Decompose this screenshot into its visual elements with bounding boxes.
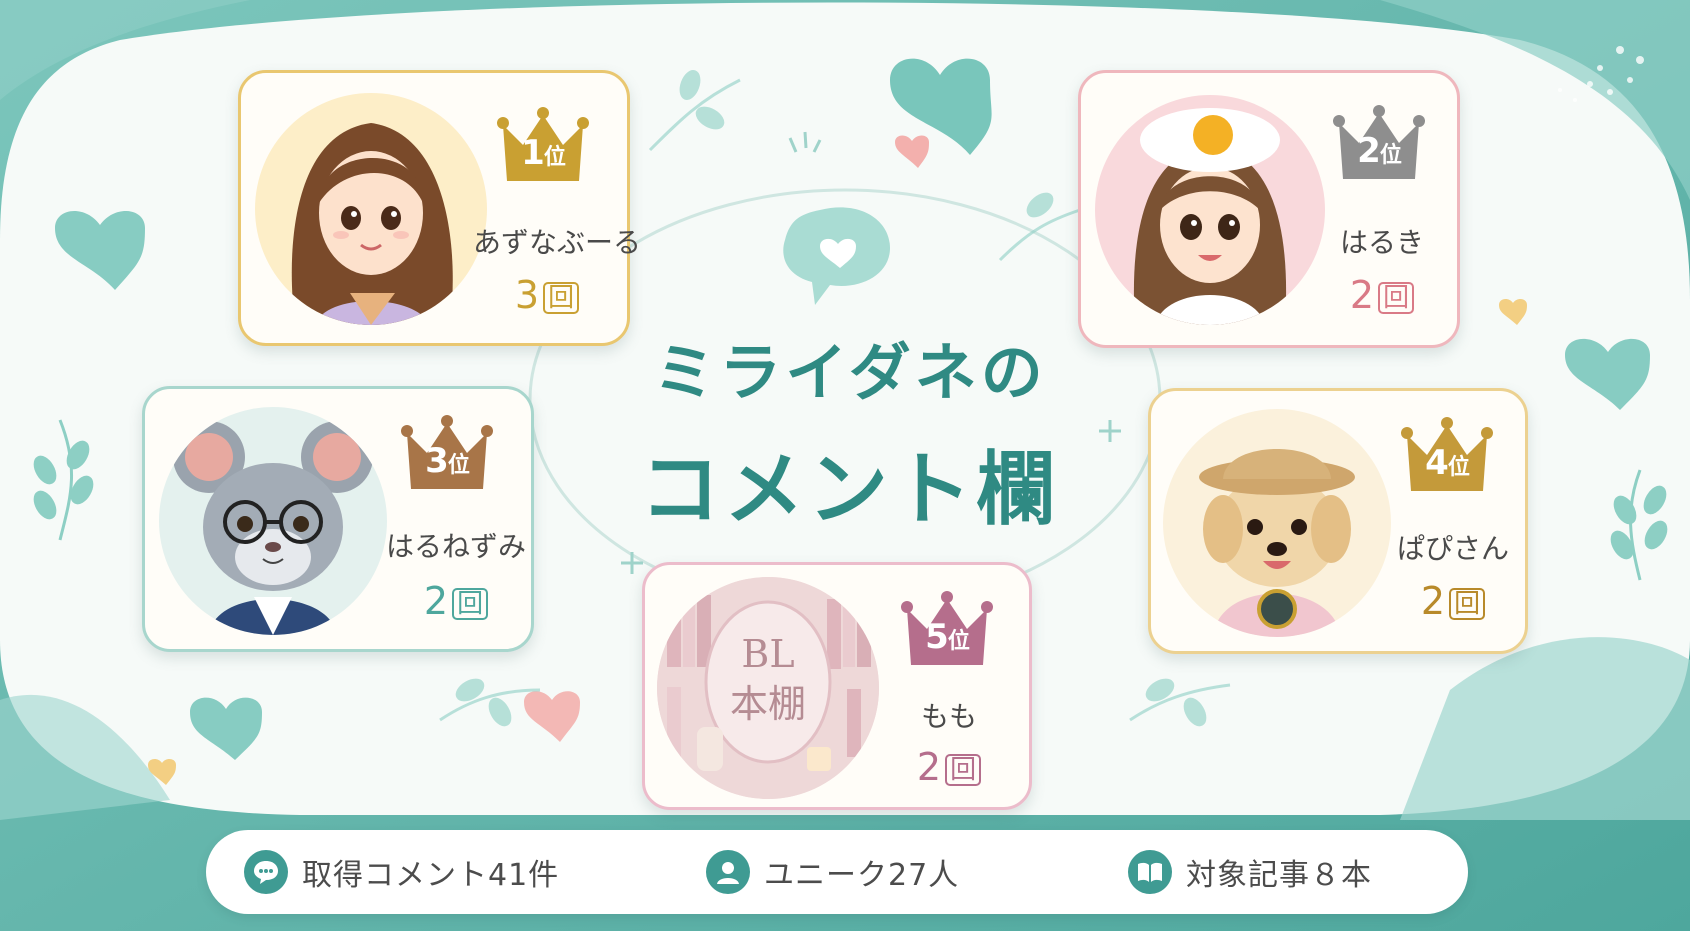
stat-total-comments-label: 取得コメント41件 (302, 858, 560, 893)
user-icon (706, 850, 750, 894)
rank-card-2: 2位 はるき 2回 (1078, 70, 1460, 348)
rank-suffix: 位 (447, 453, 470, 478)
page-title-line1: ミライダネの (653, 336, 1047, 409)
crown-icon: 1位 (495, 103, 591, 183)
avatar-harunezumi (159, 407, 387, 635)
rank-card-1: 1位 あずなぶーる 3回 (238, 70, 642, 346)
stat-total-comments: 取得コメント41件 (244, 830, 559, 914)
rank-card-3: 3位 はるねずみ 2回 (142, 386, 534, 652)
rank-number: 5 (925, 617, 949, 657)
comment-count: 2回 (1317, 273, 1447, 317)
rank-suffix: 位 (1447, 455, 1470, 480)
count-value: 2 (916, 745, 942, 789)
avatar-azunabuuru (255, 93, 487, 325)
rank-number: 4 (1425, 443, 1449, 483)
page-title-line2: コメント欄 (640, 443, 1060, 536)
count-value: 3 (514, 273, 540, 317)
rank-number: 2 (1357, 131, 1381, 171)
comment-count: 2回 (1385, 579, 1521, 623)
rank-number: 1 (521, 133, 545, 173)
rank-card-4: 4位 ぱぴさん 2回 (1148, 388, 1528, 654)
stats-bar: 取得コメント41件 ユニーク27人 対象記事８本 (206, 830, 1468, 914)
crown-icon: 5位 (899, 587, 995, 667)
crown-icon: 4位 (1399, 413, 1495, 493)
commenter-name: はるき (1339, 226, 1424, 259)
commenter-name: あずなぶーる (473, 226, 642, 259)
rank-card-5: BL 本棚 5位 もも 2回 (642, 562, 1032, 810)
avatar-momo: BL 本棚 (657, 577, 879, 799)
crown-icon: 2位 (1331, 101, 1427, 181)
stat-unique-users: ユニーク27人 (706, 830, 959, 914)
rank-suffix: 位 (543, 145, 566, 170)
count-unit: 回 (452, 587, 489, 620)
rank-number: 3 (425, 441, 449, 481)
stat-target-articles-label: 対象記事８本 (1186, 858, 1372, 893)
book-icon (1128, 850, 1172, 894)
count-unit: 回 (543, 281, 580, 314)
comment-count: 3回 (473, 273, 621, 317)
infographic: ミライダネの コメント欄 1位 あずなぶーる 3 回 2位 はるき 2 回 3位… (0, 0, 1690, 931)
rank-suffix: 位 (1379, 143, 1402, 168)
avatar-haruki (1095, 95, 1325, 325)
stat-target-articles: 対象記事８本 (1128, 830, 1372, 914)
avatar-papisan (1163, 409, 1391, 637)
bl-bookshelf-text-1: BL (741, 632, 794, 676)
count-unit: 回 (1378, 281, 1415, 314)
rank-suffix: 位 (947, 629, 970, 654)
comment-count: 2回 (381, 579, 531, 623)
bl-bookshelf-text-2: 本棚 (730, 682, 806, 726)
comment-count: 2回 (881, 745, 1017, 789)
comment-icon (244, 850, 288, 894)
count-unit: 回 (1449, 587, 1486, 620)
commenter-name: ぱぴさん (1396, 532, 1509, 565)
count-unit: 回 (945, 753, 982, 786)
count-value: 2 (423, 579, 449, 623)
commenter-name: はるねずみ (385, 530, 526, 563)
count-value: 2 (1420, 579, 1446, 623)
commenter-name: もも (920, 700, 977, 733)
count-value: 2 (1349, 273, 1375, 317)
crown-icon: 3位 (399, 411, 495, 491)
stat-unique-users-label: ユニーク27人 (764, 858, 960, 893)
